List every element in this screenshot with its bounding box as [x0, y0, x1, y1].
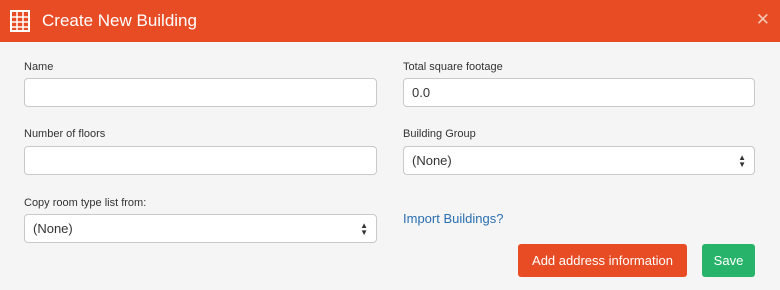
copy-room-type-select[interactable]: (None) ▲ ▼: [24, 214, 377, 243]
number-of-floors-input[interactable]: [24, 146, 377, 175]
dialog-title: Create New Building: [42, 11, 197, 30]
building-group-select[interactable]: (None) ▲ ▼: [403, 146, 755, 175]
save-button[interactable]: Save: [702, 244, 755, 277]
name-label: Name: [24, 61, 54, 73]
building-icon: [10, 10, 30, 32]
building-group-value: (None): [412, 153, 452, 168]
select-arrows-icon: ▲ ▼: [360, 220, 368, 237]
copy-room-type-value: (None): [33, 221, 73, 236]
total-square-footage-input[interactable]: [403, 78, 755, 107]
total-square-footage-label: Total square footage: [403, 61, 503, 73]
building-group-label: Building Group: [403, 128, 476, 140]
close-icon[interactable]: ✕: [756, 10, 770, 30]
copy-room-type-label: Copy room type list from:: [24, 197, 147, 209]
dialog-header: Create New Building ✕: [0, 0, 780, 42]
number-of-floors-label: Number of floors: [24, 128, 106, 140]
import-buildings-link[interactable]: Import Buildings?: [403, 211, 503, 227]
select-arrows-icon: ▲ ▼: [738, 152, 746, 169]
name-input[interactable]: [24, 78, 377, 107]
add-address-button[interactable]: Add address information: [518, 244, 687, 277]
